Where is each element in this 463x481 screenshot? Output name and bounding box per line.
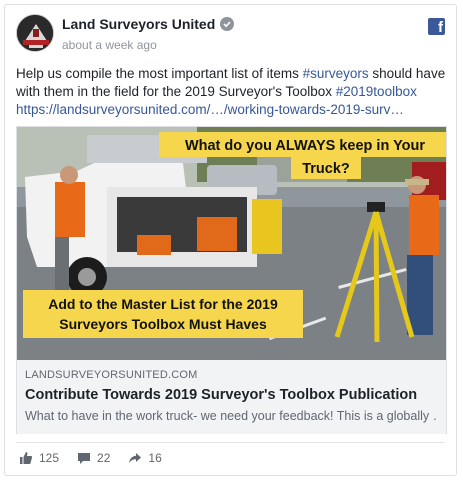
- hashtag-link[interactable]: #surveyors: [303, 66, 369, 81]
- preview-domain: LANDSURVEYORSUNITED.COM: [25, 369, 198, 381]
- link-preview[interactable]: What do you ALWAYS keep in Your Truck? A…: [16, 126, 447, 434]
- verified-badge-icon: [220, 17, 235, 31]
- facebook-post-card: Land Surveyors United about a week ago f…: [4, 4, 457, 476]
- page-avatar[interactable]: [16, 14, 54, 52]
- comment-icon: [77, 451, 91, 465]
- page-name-row: Land Surveyors United: [62, 16, 235, 32]
- actions-divider: [16, 442, 445, 443]
- post-header: Land Surveyors United about a week ago f: [16, 14, 445, 58]
- share-arrow-icon: [128, 451, 142, 465]
- thumbs-up-icon: [19, 451, 33, 465]
- preview-title[interactable]: Contribute Towards 2019 Surveyor's Toolb…: [25, 386, 436, 405]
- preview-caption[interactable]: LANDSURVEYORSUNITED.COM Contribute Towar…: [17, 360, 446, 434]
- like-button[interactable]: 125: [19, 451, 59, 465]
- post-url-link[interactable]: https://landsurveyorsunited.com/…/workin…: [16, 101, 448, 119]
- banner-top-line-2: Truck?: [302, 161, 350, 177]
- banner-bottom-line-2: Surveyors Toolbox Must Haves: [59, 316, 267, 332]
- share-button[interactable]: 16: [128, 451, 162, 465]
- post-text-segment: Help us compile the most important list …: [16, 66, 303, 81]
- share-count: 16: [148, 451, 162, 465]
- like-count: 125: [39, 451, 60, 465]
- banner-bottom-line-1: Add to the Master List for the 2019: [48, 296, 278, 312]
- post-actions: 125 22 16: [19, 451, 180, 465]
- comment-count: 22: [97, 451, 111, 465]
- logo-image: [17, 15, 53, 51]
- survey-truck-photo: What do you ALWAYS keep in Your Truck? A…: [17, 127, 446, 360]
- comment-button[interactable]: 22: [77, 451, 110, 465]
- hashtag-link[interactable]: #2019toolbox: [336, 84, 417, 99]
- preview-photo[interactable]: What do you ALWAYS keep in Your Truck? A…: [17, 127, 446, 360]
- post-timestamp[interactable]: about a week ago: [62, 38, 157, 52]
- facebook-icon[interactable]: f: [428, 18, 445, 35]
- preview-description: What to have in the work truck- we need …: [25, 409, 436, 423]
- banner-top-line-1: What do you ALWAYS keep in Your: [185, 138, 425, 154]
- page-name[interactable]: Land Surveyors United: [62, 16, 215, 32]
- post-text: Help us compile the most important list …: [16, 65, 448, 119]
